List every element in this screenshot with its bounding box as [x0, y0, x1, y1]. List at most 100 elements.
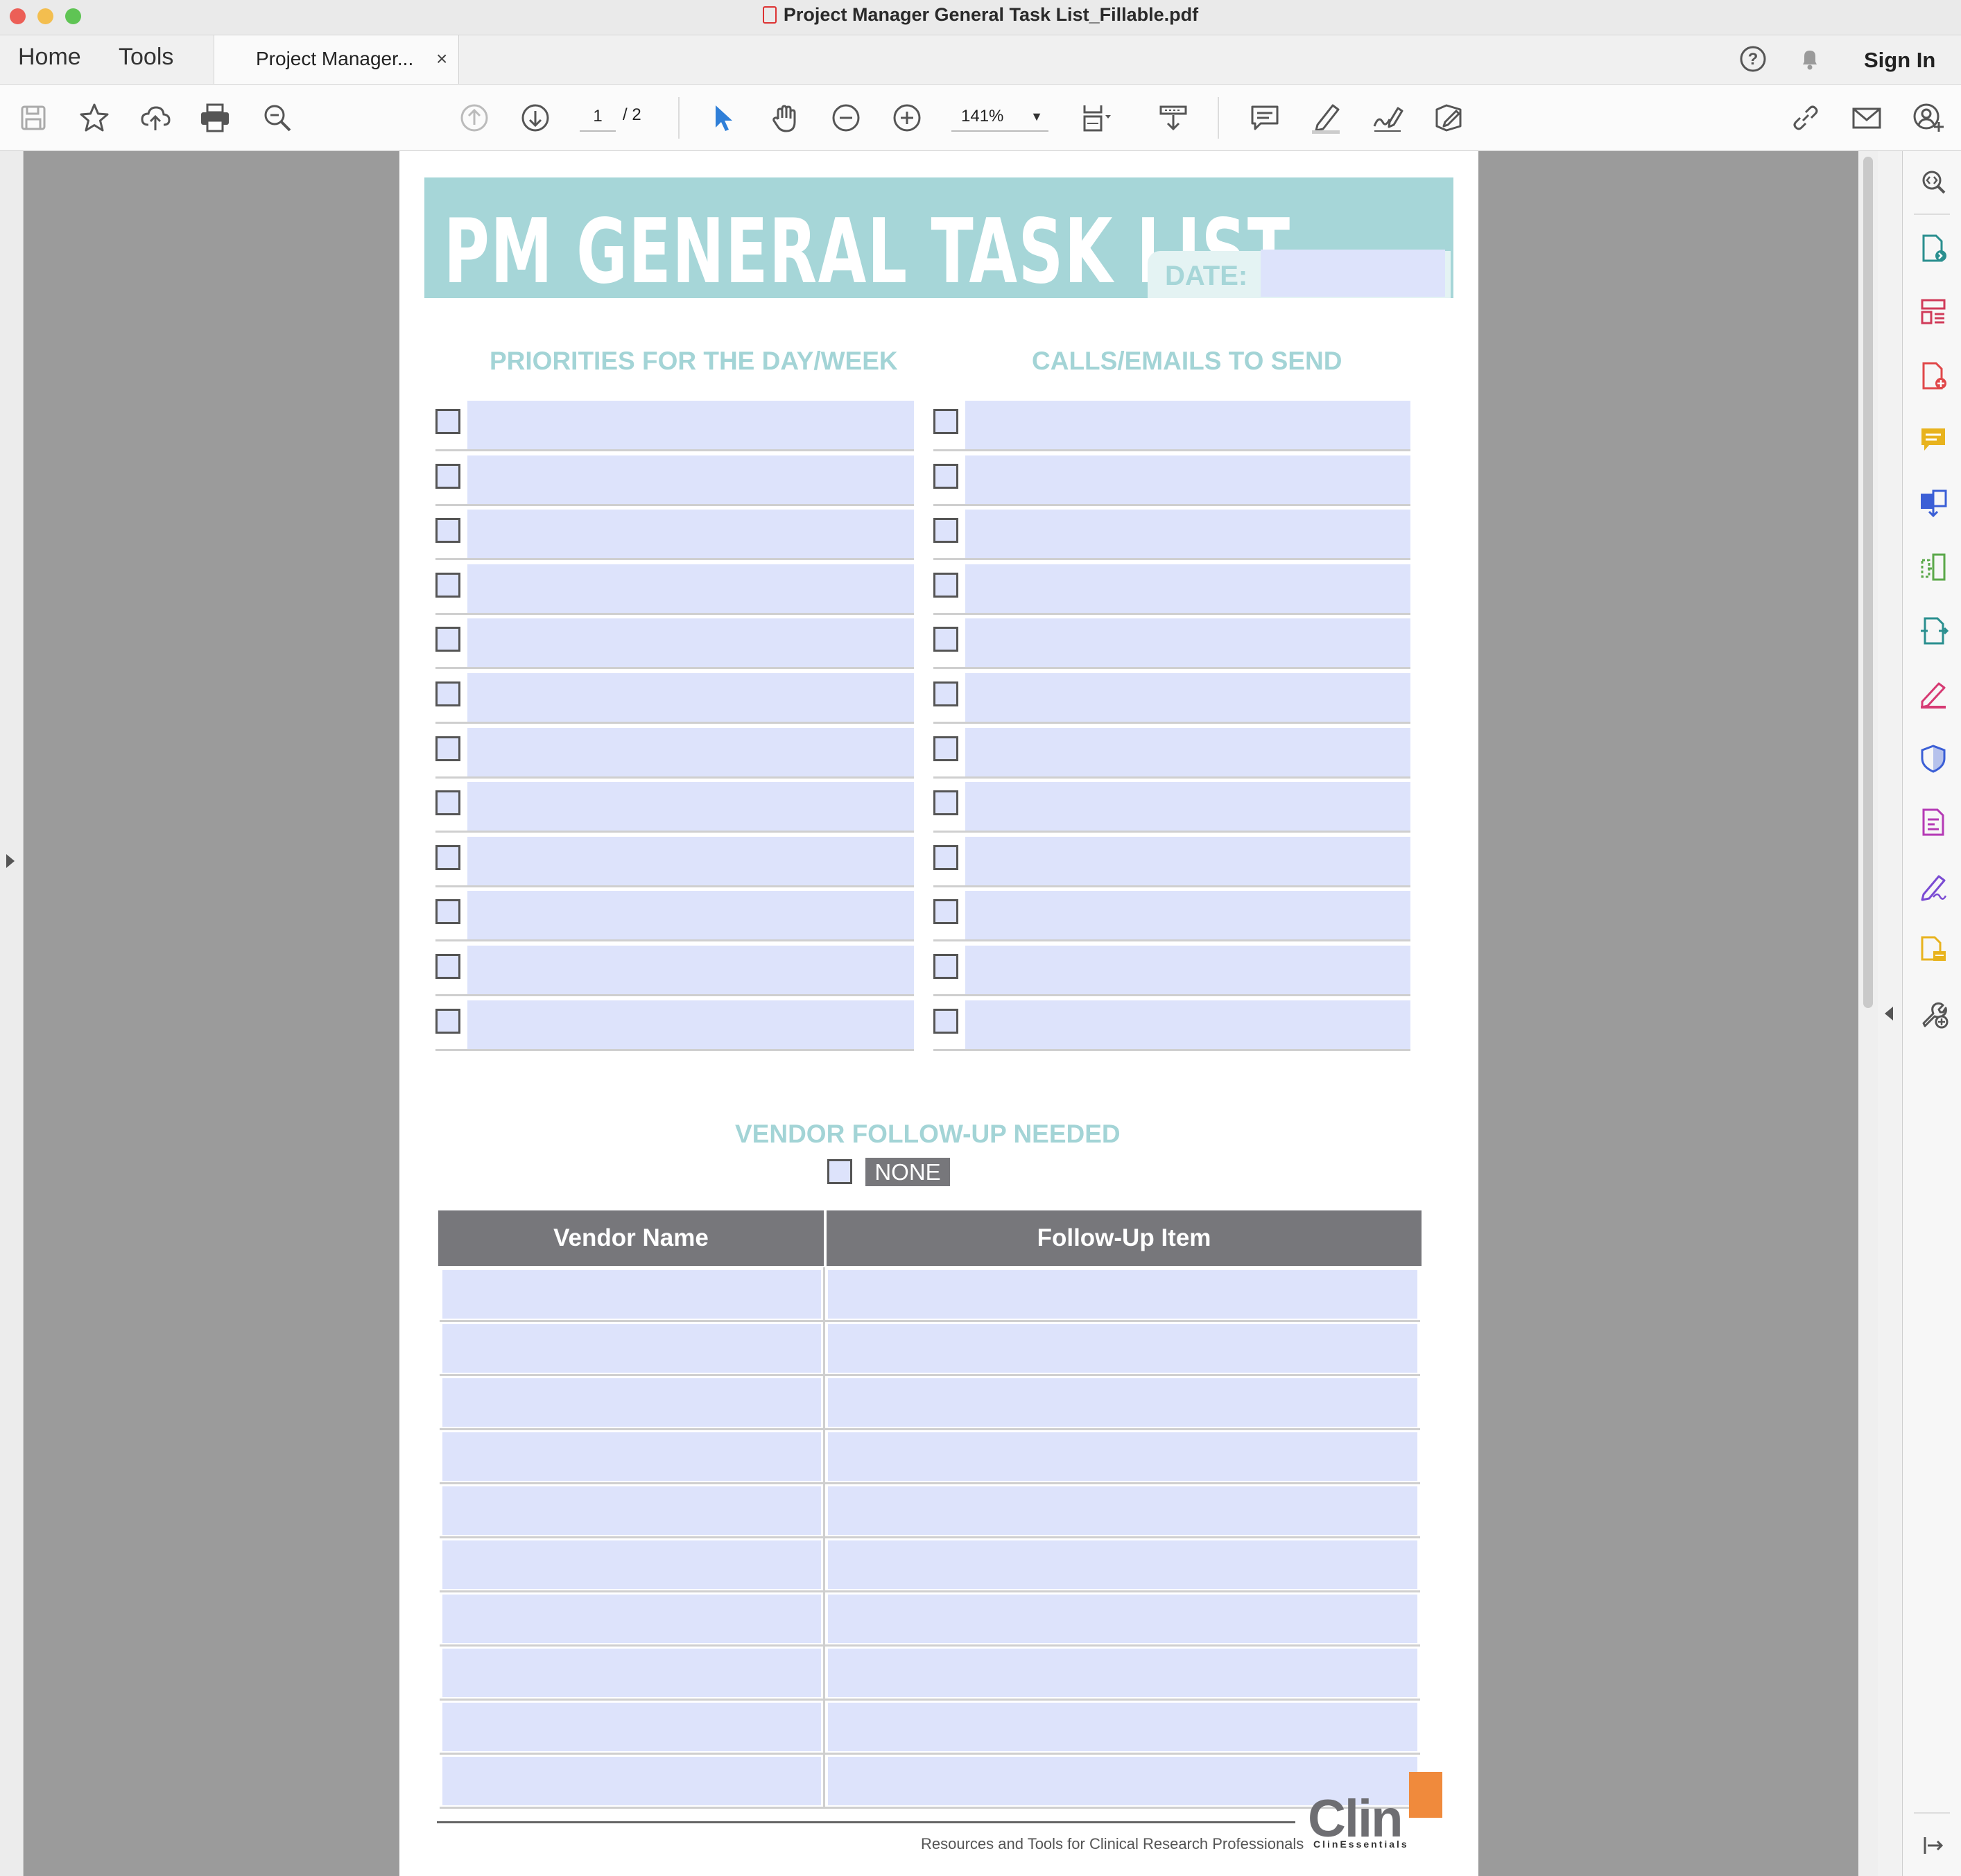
expand-left-panel-icon[interactable] — [6, 854, 15, 868]
call-email-field[interactable] — [965, 510, 1410, 559]
priority-field[interactable] — [467, 618, 914, 668]
send-for-signature-icon[interactable] — [1918, 935, 1949, 965]
priority-checkbox[interactable] — [435, 627, 460, 652]
vendor-name-cell[interactable] — [442, 1378, 821, 1427]
search-zoom-icon[interactable] — [1918, 168, 1949, 198]
more-tools-icon[interactable] — [1918, 998, 1949, 1029]
follow-up-item-cell[interactable] — [828, 1432, 1417, 1481]
sign-tool-icon[interactable] — [1918, 871, 1949, 901]
vendor-name-cell[interactable] — [442, 1324, 821, 1373]
call-email-checkbox[interactable] — [933, 954, 958, 979]
tab-document[interactable]: Project Manager... × — [214, 35, 459, 84]
follow-up-item-cell[interactable] — [828, 1378, 1417, 1427]
save-icon[interactable] — [17, 101, 50, 134]
priority-checkbox[interactable] — [435, 790, 460, 816]
call-email-checkbox[interactable] — [933, 518, 958, 544]
zoom-in-icon[interactable] — [890, 101, 924, 134]
page-number-input[interactable]: 1 — [580, 103, 616, 132]
call-email-checkbox[interactable] — [933, 572, 958, 598]
priority-checkbox[interactable] — [435, 681, 460, 706]
vendor-name-cell[interactable] — [442, 1703, 821, 1751]
call-email-checkbox[interactable] — [933, 1008, 958, 1034]
page-up-icon[interactable] — [458, 101, 491, 134]
none-checkbox[interactable] — [827, 1159, 852, 1184]
date-field[interactable] — [1261, 250, 1445, 297]
call-email-checkbox[interactable] — [933, 899, 958, 925]
priority-checkbox[interactable] — [435, 572, 460, 598]
priority-checkbox[interactable] — [435, 954, 460, 979]
call-email-field[interactable] — [965, 618, 1410, 668]
email-icon[interactable] — [1850, 101, 1883, 134]
follow-up-item-cell[interactable] — [828, 1324, 1417, 1373]
follow-up-item-cell[interactable] — [828, 1486, 1417, 1535]
notification-bell-icon[interactable] — [1796, 45, 1824, 73]
call-email-field[interactable] — [965, 564, 1410, 613]
tab-tools[interactable]: Tools — [119, 44, 173, 71]
help-icon[interactable]: ? — [1739, 45, 1767, 73]
create-pdf-icon[interactable] — [1918, 361, 1949, 391]
call-email-checkbox[interactable] — [933, 681, 958, 706]
zoom-select[interactable]: 141% ▼ — [951, 103, 1048, 132]
priority-checkbox[interactable] — [435, 463, 460, 489]
priority-checkbox[interactable] — [435, 844, 460, 870]
fit-page-icon[interactable] — [1079, 101, 1112, 134]
scroll-mode-icon[interactable] — [1157, 101, 1190, 134]
priority-checkbox[interactable] — [435, 736, 460, 761]
collapse-right-panel-icon[interactable] — [1885, 1007, 1893, 1020]
collapse-panel-icon[interactable] — [1918, 1830, 1949, 1861]
call-email-field[interactable] — [965, 727, 1410, 776]
highlight-icon[interactable] — [1309, 101, 1342, 134]
follow-up-item-cell[interactable] — [828, 1649, 1417, 1697]
priority-field[interactable] — [467, 455, 914, 504]
scrollbar-thumb[interactable] — [1863, 157, 1873, 1008]
export-pdf-icon[interactable] — [1918, 233, 1949, 263]
priority-field[interactable] — [467, 836, 914, 885]
call-email-field[interactable] — [965, 782, 1410, 831]
organize-pages-icon[interactable] — [1918, 297, 1949, 327]
priority-checkbox[interactable] — [435, 899, 460, 925]
follow-up-item-cell[interactable] — [828, 1703, 1417, 1751]
prepare-form-icon[interactable] — [1918, 807, 1949, 837]
call-email-field[interactable] — [965, 946, 1410, 994]
priority-field[interactable] — [467, 401, 914, 449]
call-email-field[interactable] — [965, 1000, 1410, 1049]
call-email-field[interactable] — [965, 891, 1410, 940]
vendor-name-cell[interactable] — [442, 1595, 821, 1643]
call-email-checkbox[interactable] — [933, 736, 958, 761]
follow-up-item-cell[interactable] — [828, 1595, 1417, 1643]
sign-icon[interactable] — [1370, 101, 1403, 134]
comment-icon[interactable] — [1248, 101, 1281, 134]
call-email-checkbox[interactable] — [933, 844, 958, 870]
follow-up-item-cell[interactable] — [828, 1540, 1417, 1589]
fill-sign-icon[interactable] — [1431, 101, 1465, 134]
sign-in-button[interactable]: Sign In — [1864, 48, 1935, 73]
find-icon[interactable] — [261, 101, 294, 134]
zoom-out-icon[interactable] — [829, 101, 863, 134]
priority-field[interactable] — [467, 1000, 914, 1049]
priority-checkbox[interactable] — [435, 409, 460, 434]
vendor-name-cell[interactable] — [442, 1486, 821, 1535]
page-down-icon[interactable] — [519, 101, 552, 134]
vendor-name-cell[interactable] — [442, 1270, 821, 1319]
vendor-name-cell[interactable] — [442, 1540, 821, 1589]
call-email-field[interactable] — [965, 836, 1410, 885]
close-tab-icon[interactable]: × — [436, 48, 447, 70]
send-review-icon[interactable] — [1918, 616, 1949, 646]
tab-home[interactable]: Home — [18, 44, 81, 71]
fill-sign-tool-icon[interactable] — [1918, 679, 1949, 710]
add-user-icon[interactable] — [1911, 101, 1944, 134]
priority-field[interactable] — [467, 946, 914, 994]
combine-files-icon[interactable] — [1918, 488, 1949, 519]
priority-field[interactable] — [467, 727, 914, 776]
call-email-checkbox[interactable] — [933, 463, 958, 489]
print-icon[interactable] — [198, 101, 232, 134]
priority-field[interactable] — [467, 564, 914, 613]
comment-tool-icon[interactable] — [1918, 424, 1949, 455]
priority-checkbox[interactable] — [435, 1008, 460, 1034]
follow-up-item-cell[interactable] — [828, 1270, 1417, 1319]
call-email-field[interactable] — [965, 673, 1410, 722]
select-cursor-icon[interactable] — [707, 101, 741, 134]
vendor-name-cell[interactable] — [442, 1649, 821, 1697]
protect-icon[interactable] — [1918, 743, 1949, 774]
hand-icon[interactable] — [768, 101, 802, 134]
